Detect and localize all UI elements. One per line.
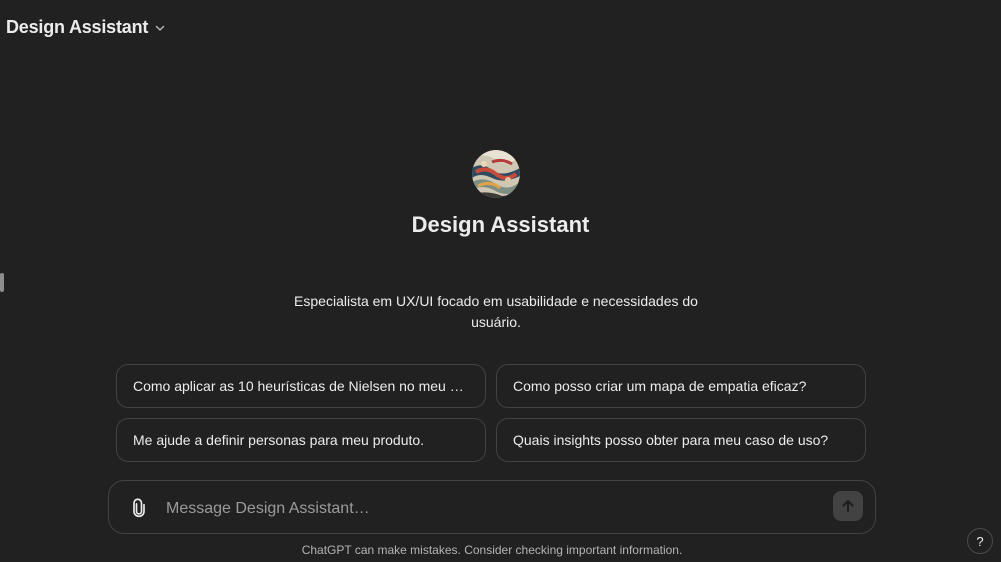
- starter-label: Como aplicar as 10 heurísticas de Nielse…: [133, 378, 469, 394]
- model-title: Design Assistant: [6, 17, 149, 37]
- conversation-starter[interactable]: Me ajude a definir personas para meu pro…: [116, 418, 486, 462]
- starter-label: Me ajude a definir personas para meu pro…: [133, 432, 425, 448]
- attach-file-button[interactable]: [127, 496, 151, 520]
- gpt-avatar: [472, 150, 520, 198]
- message-composer: [108, 480, 876, 534]
- disclaimer-text: ChatGPT can make mistakes. Consider chec…: [301, 543, 683, 557]
- conversation-starter[interactable]: Como aplicar as 10 heurísticas de Nielse…: [116, 364, 486, 408]
- message-input[interactable]: [164, 495, 808, 523]
- conversation-starter[interactable]: Como posso criar um mapa de empatia efic…: [496, 364, 866, 408]
- conversation-starter[interactable]: Quais insights posso obter para meu caso…: [496, 418, 866, 462]
- help-label: ?: [976, 533, 984, 549]
- help-button[interactable]: ?: [967, 528, 993, 554]
- sidebar-toggle-handle[interactable]: [0, 273, 4, 292]
- chevron-down-icon: [154, 22, 166, 34]
- send-button[interactable]: [833, 491, 863, 521]
- starter-label: Quais insights posso obter para meu caso…: [513, 432, 829, 448]
- starter-label: Como posso criar um mapa de empatia efic…: [513, 378, 807, 394]
- gpt-description: Especialista em UX/UI focado em usabilid…: [294, 293, 698, 330]
- chat-page: Design Assistant Design Assistant Especi…: [0, 0, 1001, 562]
- paperclip-icon: [133, 498, 145, 518]
- arrow-up-icon: [842, 500, 854, 512]
- gpt-name: Design Assistant: [411, 212, 590, 237]
- model-switcher[interactable]: Design Assistant: [6, 17, 166, 38]
